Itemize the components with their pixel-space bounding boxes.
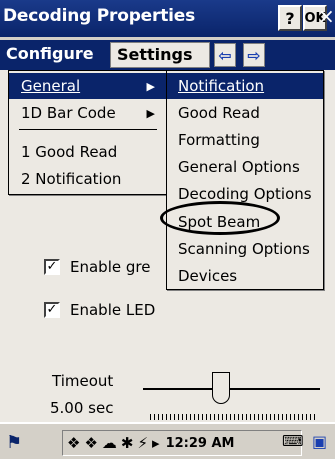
submenu-item-notification[interactable]: Notification: [167, 73, 323, 99]
submenu-item-label: Devices: [178, 267, 238, 285]
close-button[interactable]: ×: [318, 4, 335, 28]
menu-item-label: 1 Good Read: [21, 143, 118, 161]
network-icon[interactable]: ❖: [67, 434, 80, 452]
submenu-item-scanning-options[interactable]: Scanning Options: [167, 236, 323, 262]
power-icon[interactable]: ⚡: [137, 434, 148, 452]
menu-item-label: General: [21, 77, 81, 95]
menu-item-notification[interactable]: 2 Notification: [9, 166, 167, 192]
window-switch-icon[interactable]: ▣: [312, 432, 327, 451]
taskbar: ⚑ ❖ ❖ ☁ ✱ ⚡ ▸ 12:29 AM ⌨ ▣: [0, 422, 335, 459]
enable-green-label: Enable gre: [70, 258, 151, 276]
timeout-value: 5.00 sec: [50, 399, 114, 417]
submenu-arrow-icon: ▶: [146, 106, 155, 120]
menu-item-label: 2 Notification: [21, 170, 122, 188]
clock[interactable]: 12:29 AM: [166, 436, 235, 451]
menu-settings[interactable]: Settings: [110, 42, 210, 68]
window-title: Decoding Properties: [3, 6, 195, 26]
submenu-item-label: General Options: [178, 158, 300, 176]
help-button[interactable]: ?: [278, 5, 302, 31]
timeout-slider-thumb[interactable]: [212, 372, 230, 404]
menu-item-good-read[interactable]: 1 Good Read: [9, 139, 167, 165]
enable-green-checkbox[interactable]: ✓: [44, 259, 60, 275]
settings-menu: General ▶ 1D Bar Code ▶ 1 Good Read 2 No…: [8, 70, 168, 195]
submenu-arrow-icon: ▶: [146, 79, 155, 93]
windows-start-icon[interactable]: ⚑: [6, 432, 22, 453]
menu-item-1d-bar-code[interactable]: 1D Bar Code ▶: [9, 100, 167, 126]
submenu-item-devices[interactable]: Devices: [167, 263, 323, 289]
menu-item-general[interactable]: General ▶: [9, 73, 167, 99]
timeout-label: Timeout: [52, 372, 114, 390]
network2-icon[interactable]: ❖: [84, 434, 97, 452]
submenu-item-label: Decoding Options: [178, 185, 312, 203]
submenu-item-label: Notification: [178, 77, 265, 95]
submenu-item-formatting[interactable]: Formatting: [167, 127, 323, 153]
title-bar: Decoding Properties ? OK ×: [0, 0, 335, 37]
submenu-item-general-options[interactable]: General Options: [167, 154, 323, 180]
submenu-item-good-read[interactable]: Good Read: [167, 100, 323, 126]
submenu-item-label: Good Read: [178, 104, 260, 122]
submenu-item-label: Formatting: [178, 131, 260, 149]
submenu-item-label: Scanning Options: [178, 240, 310, 258]
slider-ticks: [150, 414, 315, 420]
expand-tray-icon[interactable]: ▸: [152, 434, 160, 452]
menu-item-label: 1D Bar Code: [21, 104, 116, 122]
highlight-ellipse: [160, 201, 280, 235]
system-tray: ❖ ❖ ☁ ✱ ⚡ ▸ 12:29 AM: [62, 430, 302, 456]
arrow-left-icon[interactable]: ⇦: [214, 43, 236, 67]
arrow-right-icon[interactable]: ⇨: [243, 43, 265, 67]
general-submenu: Notification Good Read Formatting Genera…: [166, 70, 324, 290]
sync-icon[interactable]: ☁: [102, 434, 117, 452]
timeout-slider-track[interactable]: [143, 388, 320, 390]
enable-led-label: Enable LED: [70, 301, 156, 319]
menu-divider: [19, 129, 157, 130]
keyboard-icon[interactable]: ⌨: [282, 432, 304, 450]
menu-configure[interactable]: Configure: [6, 44, 94, 63]
menu-bar: Configure Settings ⇦ ⇨: [0, 40, 335, 70]
bluetooth-icon[interactable]: ✱: [121, 434, 134, 452]
enable-led-checkbox[interactable]: ✓: [44, 302, 60, 318]
